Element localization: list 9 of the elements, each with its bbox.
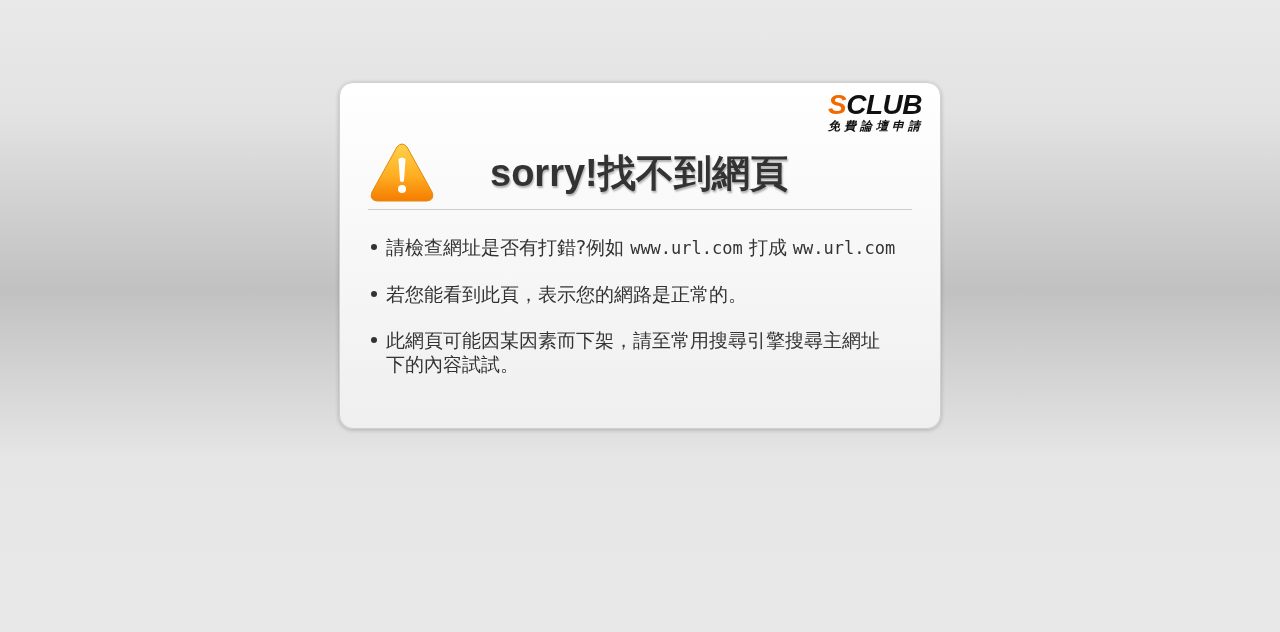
list-item-text: 請檢查網址是否有打錯?例如 www.url.com 打成 ww.url.com (386, 235, 897, 260)
bullet-icon (371, 337, 377, 343)
page-title: sorry!找不到網頁 (490, 151, 788, 196)
list-item-text: 此網頁可能因某因素而下架，請至常用搜尋引擎搜尋主網址下的內容試試。 (386, 328, 881, 376)
site-logo: SCLUB 免費論壇申請 (828, 93, 924, 133)
list-item-text: 若您能看到此頁，表示您的網路是正常的。 (386, 282, 748, 306)
bullet-icon (371, 291, 377, 297)
warning-icon (370, 143, 434, 203)
bullet-icon (371, 244, 377, 250)
